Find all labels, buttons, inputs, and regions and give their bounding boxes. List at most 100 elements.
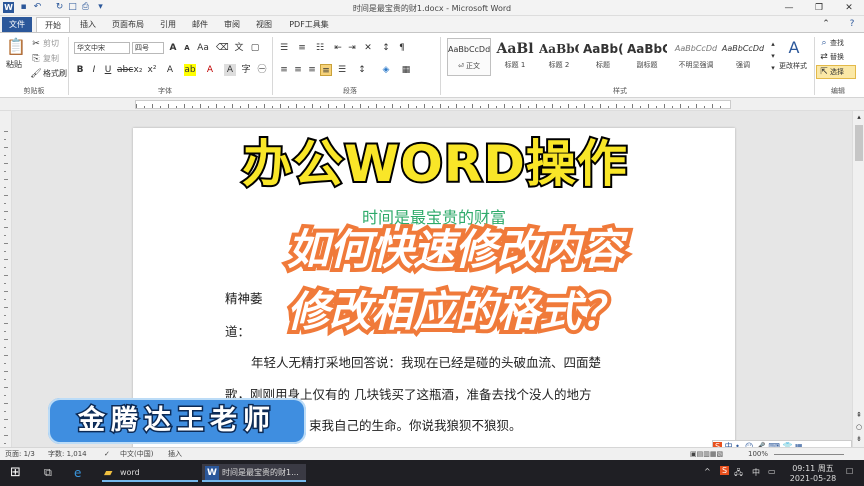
select-icon[interactable]: ⇱ <box>818 66 830 78</box>
format-painter-button[interactable]: 格式刷 <box>43 68 67 80</box>
insert-mode[interactable]: 插入 <box>168 449 182 460</box>
zoom-level[interactable]: 100% <box>748 449 768 460</box>
network-icon[interactable]: 🖧 <box>734 467 743 481</box>
scroll-up-icon[interactable]: ▴ <box>854 113 864 121</box>
previous-page-icon[interactable]: ⇞ <box>854 411 864 419</box>
cut-icon[interactable]: ✂ <box>30 38 42 50</box>
tab-home[interactable]: 开始 <box>36 17 70 32</box>
tab-view[interactable]: 视图 <box>250 17 278 32</box>
bold-icon[interactable]: B <box>74 64 86 76</box>
language-indicator[interactable]: 中文(中国) <box>120 449 153 460</box>
scroll-thumb[interactable] <box>855 125 863 161</box>
print-preview-icon[interactable]: ⎙ <box>80 2 91 13</box>
tab-references[interactable]: 引用 <box>154 17 182 32</box>
font-size-select[interactable]: 四号 <box>132 42 164 54</box>
font-name-select[interactable]: 华文中宋 <box>74 42 130 54</box>
page-count[interactable]: 页面: 1/3 <box>5 449 35 460</box>
tab-mailings[interactable]: 邮件 <box>186 17 214 32</box>
align-right-icon[interactable]: ≡ <box>306 64 318 76</box>
notification-icon[interactable]: ▭ <box>768 467 776 476</box>
clock-time[interactable]: 09:11 周五 <box>788 463 838 474</box>
italic-icon[interactable]: I <box>88 64 100 76</box>
line-spacing-icon[interactable]: ↕ <box>356 64 368 76</box>
clear-format-icon[interactable]: ⌫ <box>216 42 229 54</box>
restore-icon[interactable]: ❐ <box>804 1 834 15</box>
style-title[interactable]: AaBb( 标题 <box>583 38 623 76</box>
paste-button[interactable]: 粘贴 <box>6 59 22 71</box>
replace-icon[interactable]: ⇄ <box>818 51 830 63</box>
character-shading-icon[interactable]: A <box>224 64 236 76</box>
style-subtle-emphasis[interactable]: AaBbCcDd 不明显强调 <box>673 38 719 76</box>
styles-scroll-icon[interactable]: ▴ ▾ ▾ <box>767 38 779 74</box>
text-effects-icon[interactable]: A <box>164 64 176 76</box>
new-document-icon[interactable]: □ <box>67 2 78 13</box>
horizontal-ruler[interactable] <box>0 98 864 111</box>
find-button[interactable]: 查找 <box>830 37 844 49</box>
superscript-icon[interactable]: x² <box>146 64 158 76</box>
chinese-layout-icon[interactable]: ✕ <box>362 42 374 54</box>
enclose-characters-icon[interactable]: 字 <box>240 64 252 76</box>
show-marks-icon[interactable]: ¶ <box>396 42 408 54</box>
task-view-icon[interactable]: ⧉ <box>44 464 52 482</box>
style-heading-2[interactable]: AaBbC 标题 2 <box>539 38 579 76</box>
phonetic-guide-icon[interactable]: 文 <box>233 42 245 54</box>
clock-date[interactable]: 2021-05-28 <box>786 474 840 483</box>
tab-review[interactable]: 审阅 <box>218 17 246 32</box>
taskbar-word-window[interactable]: W 时间是最宝贵的财1... <box>202 464 306 482</box>
style-subtitle[interactable]: AaBbC 副标题 <box>627 38 667 76</box>
increase-indent-icon[interactable]: ⇥ <box>346 42 358 54</box>
save-icon[interactable]: ▪ <box>18 2 29 13</box>
bullets-icon[interactable]: ☰ <box>278 42 290 54</box>
customize-toolbar-icon[interactable]: ▾ <box>95 2 106 13</box>
justify-icon[interactable]: ≡ <box>320 64 332 76</box>
start-icon[interactable]: ⊞ <box>10 464 21 482</box>
shrink-font-icon[interactable]: A <box>181 42 193 54</box>
enclosed-char-icon[interactable]: ㊀ <box>256 64 268 76</box>
browse-object-icon[interactable]: ○ <box>854 423 864 431</box>
tray-expand-icon[interactable]: ^ <box>704 467 711 476</box>
vertical-scrollbar[interactable]: ▴ ⇞ ○ ⇟ <box>852 111 864 447</box>
subscript-icon[interactable]: x₂ <box>132 64 144 76</box>
character-border-icon[interactable]: ▢ <box>249 42 261 54</box>
edge-icon[interactable]: e <box>74 464 81 482</box>
change-styles-icon[interactable]: A <box>784 38 804 58</box>
cut-button[interactable]: 剪切 <box>43 38 59 50</box>
view-buttons-icon[interactable]: ▣▤▥▦▧ <box>690 449 723 460</box>
underline-icon[interactable]: U <box>102 64 114 76</box>
undo-icon[interactable]: ↶ <box>32 2 43 13</box>
multilevel-list-icon[interactable]: ☷ <box>314 42 326 54</box>
format-painter-icon[interactable]: 🖌 <box>30 68 42 80</box>
numbering-icon[interactable]: ≡ <box>296 42 308 54</box>
tab-file[interactable]: 文件 <box>2 17 32 32</box>
change-styles-button[interactable]: 更改样式 <box>779 60 807 72</box>
tab-page-layout[interactable]: 页面布局 <box>106 17 150 32</box>
select-button[interactable]: 选择 <box>830 66 844 78</box>
align-left-icon[interactable]: ≡ <box>278 64 290 76</box>
paste-icon[interactable]: 📋 <box>6 37 26 57</box>
proofing-icon[interactable]: ✓ <box>104 449 110 460</box>
vertical-ruler[interactable] <box>0 111 12 447</box>
sogou-tray-icon[interactable]: S <box>720 466 730 475</box>
word-count[interactable]: 字数: 1,014 <box>48 449 87 460</box>
style-normal[interactable]: AaBbCcDd ⏎ 正文 <box>447 38 491 76</box>
sort-icon[interactable]: ↕ <box>380 42 392 54</box>
copy-button[interactable]: 复制 <box>43 53 59 65</box>
style-heading-1[interactable]: AaBl 标题 1 <box>495 38 535 76</box>
decrease-indent-icon[interactable]: ⇤ <box>332 42 344 54</box>
shading-icon[interactable]: ◈ <box>380 64 392 76</box>
tab-insert[interactable]: 插入 <box>74 17 102 32</box>
strikethrough-icon[interactable]: abc <box>117 64 133 76</box>
copy-icon[interactable]: ⎘ <box>30 53 42 65</box>
minimize-ribbon-icon[interactable]: ⌃ <box>820 18 832 30</box>
help-icon[interactable]: ? <box>846 18 858 30</box>
change-case-icon[interactable]: Aa <box>197 42 209 54</box>
taskbar-folder-word[interactable]: ▰ word <box>102 464 198 482</box>
distributed-icon[interactable]: ☰ <box>336 64 348 76</box>
style-emphasis[interactable]: AaBbCcDd 强调 <box>721 38 765 76</box>
tab-pdf-tools[interactable]: PDF工具集 <box>284 17 334 32</box>
next-page-icon[interactable]: ⇟ <box>854 435 864 443</box>
action-center-icon[interactable]: ☐ <box>846 467 853 476</box>
highlight-icon[interactable]: ab <box>184 64 196 76</box>
grow-font-icon[interactable]: A <box>167 42 179 54</box>
font-color-icon[interactable]: A <box>204 64 216 76</box>
